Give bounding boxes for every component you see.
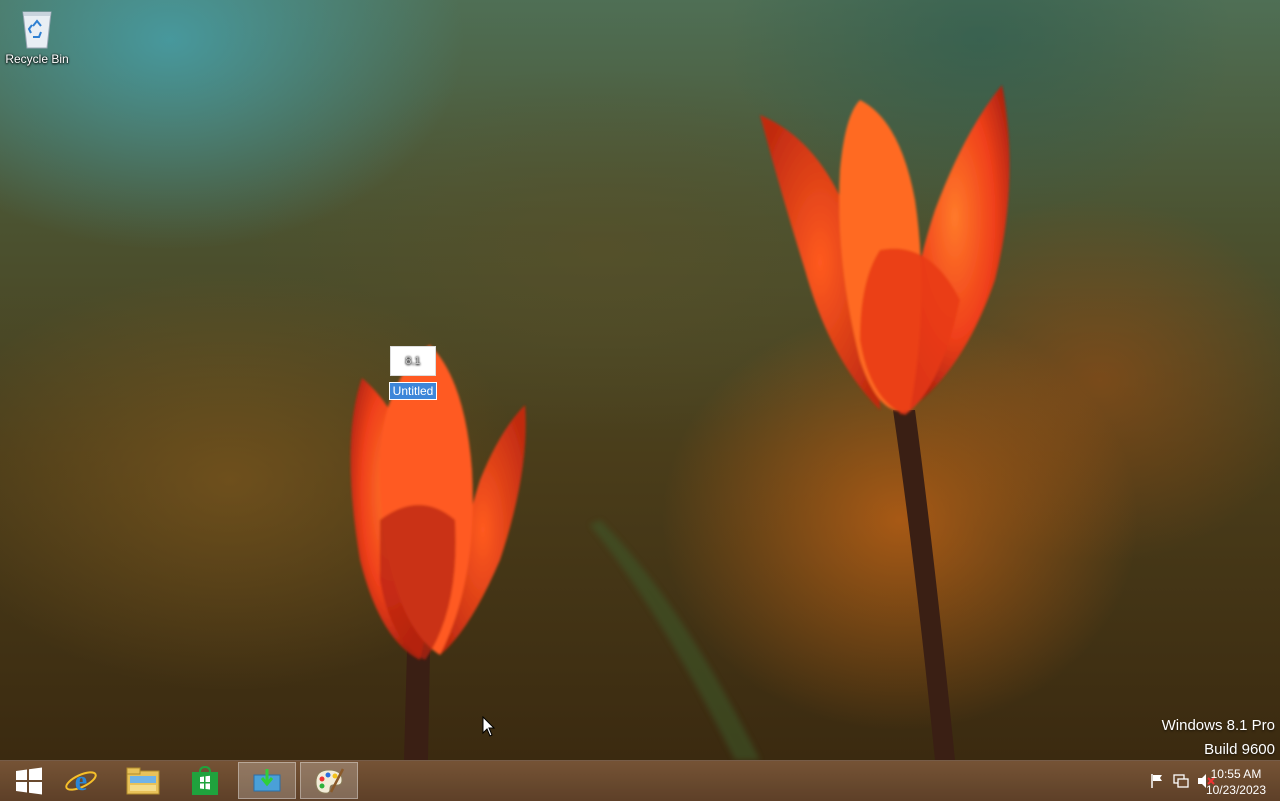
folder-icon — [126, 767, 160, 794]
watermark-build: Build 9600 — [1204, 741, 1275, 758]
taskbar-clock[interactable]: 10:55 AM 10/23/2023 — [1206, 766, 1266, 798]
recycle-bin-label: Recycle Bin — [5, 52, 69, 66]
taskbar-store[interactable] — [176, 762, 234, 799]
ie-icon: e — [65, 766, 97, 797]
taskbar: e 10:55 AM 10/23/2023 — [0, 760, 1280, 801]
paint-icon — [315, 767, 345, 794]
start-button[interactable] — [0, 762, 58, 799]
desktop-background[interactable]: Recycle Bin 8.1 Untitled Windows 8.1 Pro… — [0, 0, 1280, 760]
thumbnail-text: 8.1 — [405, 355, 421, 367]
mouse-cursor-icon — [482, 716, 496, 737]
tulip-wallpaper — [350, 85, 1010, 760]
download-app-icon — [253, 768, 281, 791]
windows-version-watermark: Windows 8.1 Pro Build 9600 — [1162, 714, 1275, 760]
clock-date: 10/23/2023 — [1205, 783, 1266, 797]
network-icon[interactable] — [1173, 773, 1189, 789]
file-name-label-selected[interactable]: Untitled — [388, 382, 438, 400]
taskbar-internet-explorer[interactable]: e — [52, 762, 110, 799]
action-center-flag-icon[interactable] — [1150, 773, 1164, 789]
taskbar-paint[interactable] — [300, 762, 358, 799]
file-thumbnail: 8.1 — [390, 346, 436, 376]
system-tray: 10:55 AM 10/23/2023 — [1120, 761, 1280, 801]
taskbar-downloader-app[interactable] — [238, 762, 296, 799]
recycle-bin-icon[interactable]: Recycle Bin — [4, 6, 70, 66]
clock-time: 10:55 AM — [1210, 767, 1262, 781]
untitled-file-icon[interactable]: 8.1 Untitled — [384, 346, 442, 400]
watermark-edition: Windows 8.1 Pro — [1161, 717, 1275, 734]
recycle-bin-glyph-icon — [20, 6, 54, 50]
windows-logo-icon — [16, 767, 42, 794]
taskbar-file-explorer[interactable] — [114, 762, 172, 799]
svg-text:e: e — [75, 766, 87, 797]
store-icon — [192, 765, 218, 795]
